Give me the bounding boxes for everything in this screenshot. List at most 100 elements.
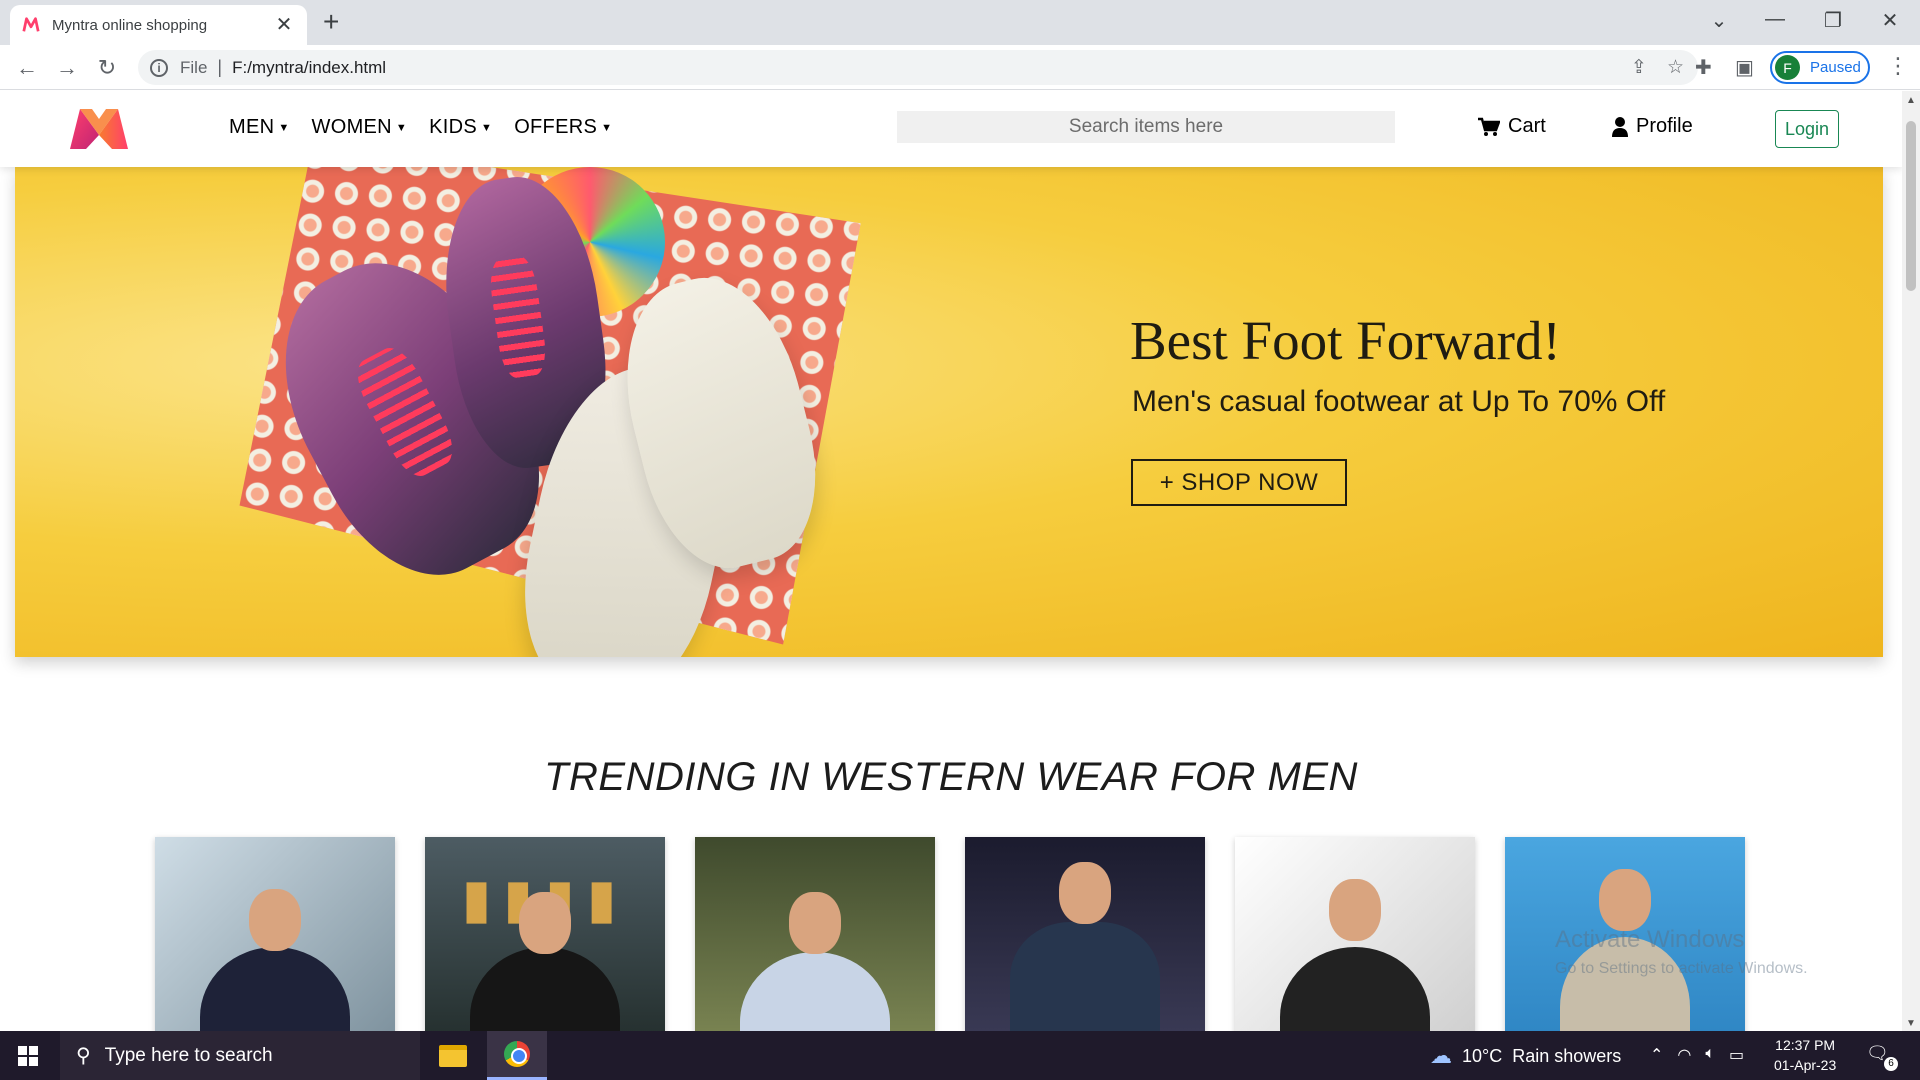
- weather-temp: 10°C: [1462, 1045, 1503, 1066]
- clock-date: 01-Apr-23: [1774, 1057, 1837, 1073]
- notification-count-badge: 6: [1884, 1057, 1898, 1071]
- model-figure: [470, 947, 620, 1031]
- volume-icon[interactable]: 🔈︎: [1705, 1045, 1715, 1065]
- product-card[interactable]: [1235, 837, 1475, 1031]
- back-arrow-icon[interactable]: ←: [13, 54, 41, 82]
- product-card[interactable]: [155, 837, 395, 1031]
- forward-arrow-icon[interactable]: →: [53, 54, 81, 82]
- battery-icon[interactable]: ▭: [1729, 1045, 1744, 1065]
- profile-link[interactable]: Profile: [1612, 115, 1693, 138]
- model-head: [1059, 862, 1111, 924]
- taskbar-clock[interactable]: 12:37 PM 01-Apr-23: [1774, 1035, 1836, 1075]
- product-image: [1235, 837, 1475, 1031]
- model-figure: [740, 952, 890, 1031]
- menu-label: WOMEN: [311, 116, 392, 138]
- extensions-puzzle-icon[interactable]: ✚: [1695, 55, 1712, 80]
- caret-down-icon: ▼: [278, 121, 290, 134]
- cart-label: Cart: [1508, 115, 1546, 137]
- myntra-logo[interactable]: [66, 105, 132, 151]
- chrome-icon: [504, 1041, 530, 1067]
- product-image: [155, 837, 395, 1031]
- close-window-button[interactable]: ✕: [1875, 8, 1905, 33]
- tray-chevron-icon[interactable]: ⌃: [1650, 1045, 1663, 1065]
- share-icon[interactable]: ⇪: [1631, 56, 1647, 79]
- profile-label: Profile: [1636, 115, 1693, 137]
- profile-button[interactable]: F Paused: [1770, 51, 1870, 84]
- taskbar-search-placeholder: Type here to search: [104, 1044, 273, 1066]
- product-image: [965, 837, 1205, 1031]
- restore-button[interactable]: ❐: [1818, 8, 1848, 33]
- page-viewport: MEN▼ WOMEN▼ KIDS▼ OFFERS▼ Cart: [0, 91, 1902, 1031]
- search-input[interactable]: [897, 111, 1395, 143]
- profile-status: Paused: [1810, 59, 1861, 76]
- weather-widget[interactable]: ☁ 10°C Rain showers: [1430, 1043, 1621, 1069]
- product-card[interactable]: [965, 837, 1205, 1031]
- file-explorer-app[interactable]: [423, 1031, 483, 1080]
- scroll-up-icon[interactable]: ▲: [1906, 95, 1916, 106]
- section-title: TRENDING IN WESTERN WEAR FOR MEN: [544, 755, 1358, 799]
- browser-tab-strip: Myntra online shopping ✕ + ⌄ — ❐ ✕: [0, 0, 1920, 45]
- weather-text: Rain showers: [1512, 1045, 1622, 1066]
- user-icon: [1612, 116, 1628, 137]
- bookmark-star-icon[interactable]: ☆: [1667, 56, 1684, 79]
- page-scrollbar[interactable]: ▲ ▼: [1902, 91, 1920, 1031]
- address-bar[interactable]: i File | F:/myntra/index.html ⇪ ☆: [138, 50, 1698, 85]
- tab-close-icon[interactable]: ✕: [273, 14, 295, 36]
- rain-cloud-icon: ☁: [1430, 1043, 1452, 1068]
- scroll-thumb[interactable]: [1906, 121, 1916, 291]
- clock-time: 12:37 PM: [1775, 1037, 1836, 1053]
- site-navbar: MEN▼ WOMEN▼ KIDS▼ OFFERS▼ Cart: [0, 91, 1902, 167]
- browser-menu-icon[interactable]: ⋮: [1887, 53, 1909, 79]
- product-image: ▮▮▮▮: [425, 837, 665, 1031]
- windows-start-icon[interactable]: [18, 1046, 38, 1066]
- model-head: [1599, 869, 1651, 931]
- taskbar-search[interactable]: ⚲ Type here to search: [60, 1031, 420, 1080]
- tab-search-chevron-icon[interactable]: ⌄: [1704, 8, 1734, 33]
- system-tray: ⌃ ◠ 🔈︎ ▭: [1650, 1045, 1744, 1065]
- model-head: [1329, 879, 1381, 941]
- menu-kids[interactable]: KIDS ▼: [429, 116, 492, 139]
- caret-down-icon: ▼: [601, 121, 613, 134]
- hero-title: Best Foot Forward!: [1130, 310, 1561, 371]
- main-menu: MEN ▼ WOMEN ▼ KIDS ▼ OFFERS ▼: [229, 116, 612, 139]
- chrome-app[interactable]: [487, 1031, 547, 1080]
- model-figure: [1280, 947, 1430, 1031]
- menu-men[interactable]: MEN ▼: [229, 116, 290, 139]
- site-info-icon[interactable]: i: [150, 58, 168, 77]
- reload-icon[interactable]: ↻: [93, 54, 121, 82]
- menu-label: MEN: [229, 116, 275, 138]
- cart-link[interactable]: Cart: [1478, 115, 1546, 138]
- hero-banner[interactable]: Best Foot Forward! Men's casual footwear…: [15, 167, 1883, 657]
- shop-now-button[interactable]: + SHOP NOW: [1131, 459, 1347, 506]
- caret-down-icon: ▼: [395, 121, 408, 134]
- model-head: [249, 889, 301, 951]
- url-text[interactable]: F:/myntra/index.html: [232, 58, 386, 78]
- cart-icon: [1478, 117, 1500, 136]
- watermark-title: Activate Windows: [1555, 926, 1745, 953]
- model-figure: [1010, 922, 1160, 1031]
- menu-label: KIDS: [429, 116, 477, 138]
- caret-down-icon: ▼: [481, 121, 493, 134]
- minimize-button[interactable]: —: [1760, 8, 1790, 31]
- search-icon: ⚲: [76, 1045, 91, 1067]
- browser-tab[interactable]: Myntra online shopping ✕: [10, 5, 307, 45]
- folder-icon: [439, 1044, 467, 1067]
- product-grid: ▮▮▮▮: [155, 837, 1745, 1031]
- model-head: [519, 892, 571, 954]
- login-button[interactable]: Login: [1775, 110, 1839, 148]
- menu-offers[interactable]: OFFERS ▼: [514, 116, 612, 139]
- hero-subtitle: Men's casual footwear at Up To 70% Off: [1132, 385, 1666, 418]
- scroll-down-icon[interactable]: ▼: [1906, 1018, 1916, 1029]
- wifi-icon[interactable]: ◠: [1677, 1045, 1691, 1065]
- side-panel-icon[interactable]: ▣: [1735, 55, 1754, 80]
- avatar: F: [1775, 55, 1800, 80]
- watermark-subtitle: Go to Settings to activate Windows.: [1555, 960, 1808, 977]
- windows-taskbar: ⚲ Type here to search ☁ 10°C Rain shower…: [0, 1031, 1920, 1080]
- windows-activation-watermark: Activate Windows Go to Settings to activ…: [1555, 926, 1808, 978]
- tab-title: Myntra online shopping: [52, 16, 208, 34]
- menu-women[interactable]: WOMEN ▼: [312, 116, 408, 139]
- model-figure: [200, 947, 350, 1031]
- product-card[interactable]: ▮▮▮▮: [425, 837, 665, 1031]
- product-card[interactable]: [695, 837, 935, 1031]
- new-tab-button[interactable]: +: [323, 8, 339, 36]
